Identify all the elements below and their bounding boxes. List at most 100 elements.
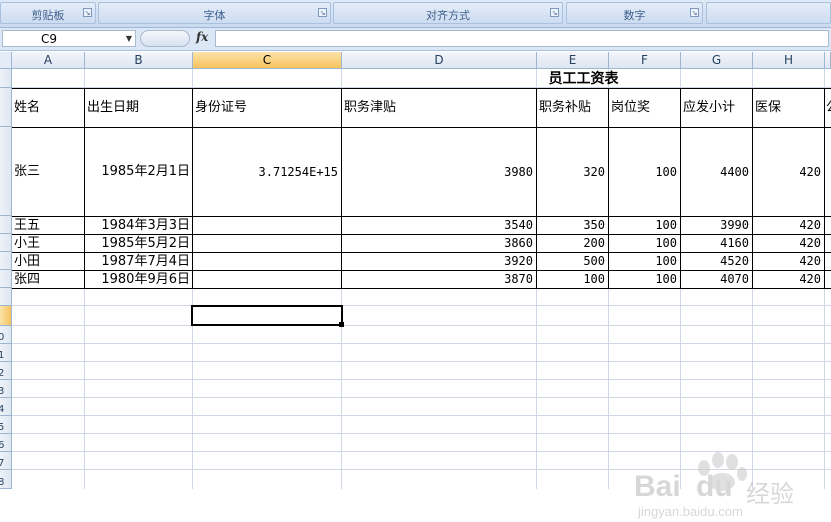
- formula-bar-splitter[interactable]: [140, 30, 190, 47]
- ribbon-group-number: 数字 ↘: [566, 2, 703, 24]
- row-header[interactable]: 7: [0, 452, 12, 470]
- row-header[interactable]: 1: [0, 344, 12, 362]
- table-cell[interactable]: 3920: [342, 253, 536, 270]
- table-cell[interactable]: 张四: [14, 271, 84, 288]
- column-header-c[interactable]: C: [193, 52, 342, 69]
- table-cell[interactable]: [193, 217, 341, 234]
- name-box-value: C9: [41, 32, 58, 46]
- table-cell[interactable]: 1985年5月2日: [85, 235, 192, 252]
- header-cell[interactable]: 姓名: [14, 89, 84, 127]
- header-cell[interactable]: 职务补贴: [539, 89, 608, 127]
- row-header[interactable]: [0, 127, 12, 216]
- row-header[interactable]: [0, 88, 12, 127]
- table-cell[interactable]: 1984年3月3日: [85, 217, 192, 234]
- table-cell[interactable]: 张三: [14, 128, 84, 216]
- row-header[interactable]: [0, 69, 12, 88]
- row-header[interactable]: 8: [0, 470, 12, 489]
- table-cell[interactable]: 3990: [681, 217, 752, 234]
- row-header[interactable]: 6: [0, 434, 12, 452]
- header-cell[interactable]: 岗位奖: [611, 89, 680, 127]
- table-cell[interactable]: 3540: [342, 217, 536, 234]
- table-cell[interactable]: 小田: [14, 253, 84, 270]
- column-header-i[interactable]: [825, 52, 831, 69]
- table-cell[interactable]: 350: [537, 217, 608, 234]
- row-header[interactable]: 2: [0, 362, 12, 380]
- font-dialog-launcher-icon[interactable]: ↘: [318, 8, 327, 17]
- table-cell[interactable]: 420: [753, 217, 824, 234]
- table-cell[interactable]: 100: [609, 271, 680, 288]
- ribbon-group-font: 字体 ↘: [98, 2, 331, 24]
- column-header-b[interactable]: B: [85, 52, 193, 69]
- row-header[interactable]: 0: [0, 326, 12, 344]
- table-cell[interactable]: 4400: [681, 128, 752, 216]
- formula-input[interactable]: [215, 30, 829, 47]
- table-cell[interactable]: [193, 271, 341, 288]
- column-header-f[interactable]: F: [609, 52, 681, 69]
- table-cell[interactable]: 420: [753, 235, 824, 252]
- row-header[interactable]: [0, 288, 12, 306]
- table-cell[interactable]: 420: [753, 271, 824, 288]
- column-header-g[interactable]: G: [681, 52, 753, 69]
- table-cell[interactable]: 小王: [14, 235, 84, 252]
- row-header[interactable]: [0, 234, 12, 252]
- header-cell[interactable]: 应发小计: [683, 89, 752, 127]
- table-cell[interactable]: 1987年7月4日: [85, 253, 192, 270]
- alignment-group-label: 对齐方式: [426, 9, 470, 22]
- row-header[interactable]: [0, 216, 12, 234]
- table-cell[interactable]: 100: [609, 128, 680, 216]
- select-all-corner[interactable]: [0, 52, 12, 69]
- column-header-a[interactable]: A: [12, 52, 85, 69]
- table-cell[interactable]: 100: [537, 271, 608, 288]
- clipboard-dialog-launcher-icon[interactable]: ↘: [83, 8, 92, 17]
- worksheet-grid[interactable]: A B C D E F G H 0 1 2 3 4 5 6 7 8: [0, 52, 831, 519]
- table-cell[interactable]: [193, 235, 341, 252]
- table-cell[interactable]: 200: [537, 235, 608, 252]
- column-header-h[interactable]: H: [753, 52, 825, 69]
- table-cell[interactable]: 3980: [342, 128, 536, 216]
- table-cell[interactable]: 320: [537, 128, 608, 216]
- formula-bar: C9 ▼ fx: [0, 28, 831, 51]
- table-cell[interactable]: [193, 253, 341, 270]
- row-header[interactable]: [0, 270, 12, 288]
- table-cell[interactable]: 420: [753, 253, 824, 270]
- ribbon-group-alignment: 对齐方式 ↘: [333, 2, 563, 24]
- watermark-cn: 经验: [746, 481, 794, 508]
- header-cell[interactable]: 身份证号: [195, 89, 341, 127]
- table-cell[interactable]: 1980年9月6日: [85, 271, 192, 288]
- row-header-selected[interactable]: [0, 306, 12, 326]
- table-cell[interactable]: 王五: [14, 217, 84, 234]
- watermark-brand-suffix: du: [696, 470, 733, 503]
- header-cell[interactable]: 职务津贴: [344, 89, 536, 127]
- row-header[interactable]: [0, 252, 12, 270]
- number-dialog-launcher-icon[interactable]: ↘: [690, 8, 699, 17]
- clipboard-group-label: 剪贴板: [31, 9, 65, 22]
- column-header-d[interactable]: D: [342, 52, 537, 69]
- table-cell[interactable]: 3860: [342, 235, 536, 252]
- table-cell[interactable]: 4070: [681, 271, 752, 288]
- table-cell[interactable]: 4160: [681, 235, 752, 252]
- column-header-e[interactable]: E: [537, 52, 609, 69]
- name-box[interactable]: C9 ▼: [2, 30, 136, 47]
- alignment-dialog-launcher-icon[interactable]: ↘: [550, 8, 559, 17]
- table-cell[interactable]: 3870: [342, 271, 536, 288]
- chevron-down-icon[interactable]: ▼: [126, 34, 132, 43]
- table-cell[interactable]: 500: [537, 253, 608, 270]
- row-header[interactable]: 3: [0, 380, 12, 398]
- header-cell[interactable]: 医保: [755, 89, 824, 127]
- table-cell[interactable]: 100: [609, 253, 680, 270]
- active-cell-c9[interactable]: [191, 305, 343, 326]
- ribbon-group-clipboard: 剪贴板 ↘: [0, 2, 96, 24]
- table-cell[interactable]: 100: [609, 217, 680, 234]
- table-cell[interactable]: 100: [609, 235, 680, 252]
- sheet-title[interactable]: 员工工资表: [342, 70, 825, 88]
- table-cell[interactable]: 420: [753, 128, 824, 216]
- table-cell[interactable]: 3.71254E+15: [193, 128, 341, 216]
- table-cell[interactable]: 4520: [681, 253, 752, 270]
- row-header[interactable]: 4: [0, 398, 12, 416]
- header-cell-partial[interactable]: 公: [826, 89, 831, 127]
- insert-function-icon[interactable]: fx: [196, 30, 208, 44]
- fill-handle[interactable]: [339, 322, 344, 327]
- table-cell[interactable]: 1985年2月1日: [85, 128, 192, 216]
- row-header[interactable]: 5: [0, 416, 12, 434]
- header-cell[interactable]: 出生日期: [87, 89, 192, 127]
